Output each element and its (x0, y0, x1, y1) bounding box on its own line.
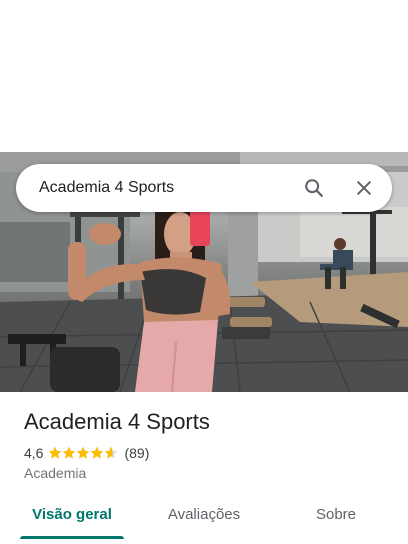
rating-row[interactable]: 4,6 (89) (24, 443, 149, 463)
reviews-count[interactable]: (89) (124, 445, 149, 461)
star-icon (63, 446, 76, 459)
search-box[interactable]: Academia 4 Sports (16, 164, 392, 212)
tab-reviews[interactable]: Avaliações (150, 496, 258, 532)
place-category[interactable]: Academia (24, 465, 86, 481)
star-icon (77, 446, 90, 459)
active-tab-indicator (20, 536, 124, 539)
star-rating (48, 446, 118, 460)
search-input[interactable]: Academia 4 Sports (39, 179, 302, 197)
search-icon[interactable] (302, 176, 326, 200)
place-title: Academia 4 Sports (24, 409, 210, 434)
rating-value: 4,6 (24, 445, 44, 461)
star-icon (105, 446, 118, 459)
tab-bar: Visão geral Avaliações Sobre (0, 496, 408, 544)
star-icon (91, 446, 104, 459)
tab-about[interactable]: Sobre (290, 496, 382, 532)
tab-overview[interactable]: Visão geral (20, 496, 124, 532)
close-icon[interactable] (352, 176, 376, 200)
star-icon (49, 446, 62, 459)
